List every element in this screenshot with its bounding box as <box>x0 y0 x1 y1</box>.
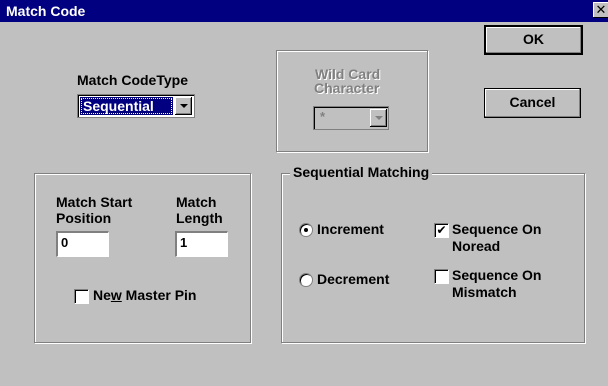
match-code-type-label: Match CodeType <box>77 72 188 88</box>
match-length-label-line2: Length <box>176 210 223 226</box>
match-length-label-line1: Match <box>176 194 217 210</box>
new-master-pin-checkbox[interactable] <box>74 289 89 304</box>
sequence-on-noread-checkbox[interactable]: ✔ <box>434 223 449 238</box>
chevron-down-icon <box>375 116 383 120</box>
cancel-button[interactable]: Cancel <box>484 88 581 118</box>
match-length-input[interactable]: 1 <box>175 231 228 257</box>
sequential-matching-group <box>281 173 585 343</box>
radio-selected-dot <box>304 228 308 232</box>
match-code-type-dropdown-button[interactable] <box>175 97 192 115</box>
increment-radio[interactable] <box>299 223 313 237</box>
window-title: Match Code <box>6 3 86 19</box>
close-button[interactable]: ✕ <box>593 2 608 18</box>
wild-card-value: * <box>320 109 326 124</box>
match-start-label-line2: Position <box>56 210 112 226</box>
title-bar: Match Code ✕ <box>0 0 608 22</box>
match-code-type-selection: Sequential <box>80 97 173 115</box>
new-master-pin-label[interactable]: New Master Pin <box>93 287 197 303</box>
wild-card-select[interactable]: * <box>313 106 389 130</box>
chevron-down-icon <box>180 104 188 108</box>
sequential-matching-title: Sequential Matching <box>290 164 433 180</box>
decrement-radio[interactable] <box>299 273 313 287</box>
decrement-label[interactable]: Decrement <box>317 271 389 287</box>
wild-card-label-line2: Character <box>314 80 380 96</box>
sequence-on-mismatch-label-line2[interactable]: Mismatch <box>452 284 517 300</box>
wild-card-dropdown-button[interactable] <box>370 109 387 127</box>
ok-button[interactable]: OK <box>484 25 583 55</box>
sequence-on-noread-label-line1[interactable]: Sequence On <box>452 221 541 237</box>
sequence-on-mismatch-label-line1[interactable]: Sequence On <box>452 267 541 283</box>
match-code-type-select[interactable]: Sequential <box>77 94 195 118</box>
check-icon: ✔ <box>436 223 447 237</box>
match-code-type-value: Sequential <box>83 98 154 114</box>
match-start-input[interactable]: 0 <box>56 231 109 257</box>
sequence-on-mismatch-checkbox[interactable] <box>434 269 449 284</box>
close-icon: ✕ <box>595 2 607 17</box>
sequence-on-noread-label-line2[interactable]: Noread <box>452 238 500 254</box>
match-start-label-line1: Match Start <box>56 194 133 210</box>
increment-label[interactable]: Increment <box>317 221 384 237</box>
